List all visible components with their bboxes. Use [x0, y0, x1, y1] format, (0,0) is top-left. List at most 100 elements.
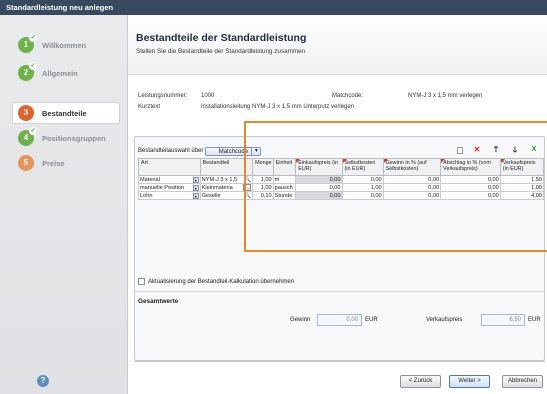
- art-value: Material: [140, 176, 160, 183]
- next-button[interactable]: Weiter >: [449, 375, 490, 388]
- bestandteil-value: NYM-J 3 x 1,5: [201, 176, 238, 183]
- column-header[interactable]: Gewinn in % (auf Selbstkosten): [382, 158, 442, 176]
- window-title: Standardleistung neu anlegen: [0, 0, 547, 15]
- menge-cell[interactable]: 1,00: [252, 183, 274, 192]
- einkaufspreis-cell[interactable]: 0,00: [295, 175, 343, 184]
- step-label: Willkommen: [42, 40, 87, 50]
- abschlag-cell[interactable]: 0,00: [440, 191, 501, 200]
- column-header[interactable]: Einkaufspreis (in EUR): [295, 158, 343, 176]
- bestandteile-table: Art Bestandteil Menge Einheit Einkaufspr…: [138, 158, 545, 200]
- step-number-badge: 3: [18, 105, 34, 121]
- step-number-badge: 4 ✓: [18, 127, 37, 146]
- art-cell[interactable]: Material ▼: [138, 175, 201, 184]
- move-down-icon[interactable]: 🡓: [510, 145, 520, 155]
- column-header[interactable]: Menge: [252, 158, 274, 176]
- verkaufspreis-label: Verkaufspreis: [426, 317, 463, 323]
- step-label: Allgemein: [42, 68, 78, 78]
- chevron-down-icon[interactable]: ▼: [192, 184, 199, 191]
- verkaufspreis-cell[interactable]: 1,00: [499, 183, 545, 192]
- page-title: Bestandteile der Standardleistung: [136, 32, 307, 44]
- abschlag-cell[interactable]: 0,00: [440, 183, 501, 192]
- wizard-sidebar: 1 ✓ Willkommen 2 ✓ Allgemein 3 Bestandteil…: [0, 15, 128, 394]
- delete-icon[interactable]: ✕: [472, 145, 482, 155]
- einkaufspreis-cell[interactable]: 0,00: [295, 183, 343, 192]
- column-header[interactable]: Art: [138, 158, 201, 176]
- selection-mode-dropdown[interactable]: Matchcode ▼: [205, 146, 262, 156]
- selbstkosten-cell[interactable]: 1,00: [341, 183, 384, 192]
- column-header[interactable]: Verkaufspreis (in EUR): [499, 158, 545, 176]
- verkaufspreis-field[interactable]: 6,50: [481, 314, 525, 326]
- column-header[interactable]: Abschlag in % (vom Verkaufspreis): [440, 158, 501, 176]
- selbstkosten-cell[interactable]: 0,00: [341, 175, 384, 184]
- recalc-checkbox[interactable]: [138, 278, 145, 285]
- column-header[interactable]: Einheit: [272, 158, 297, 176]
- einheit-cell[interactable]: pausch: [272, 183, 297, 192]
- gewinn-cell[interactable]: 0,00: [382, 183, 442, 192]
- verkaufspreis-cell[interactable]: 4,00: [499, 191, 545, 200]
- art-value: manuelle Position: [140, 184, 185, 191]
- chevron-down-icon[interactable]: ▼: [192, 176, 199, 183]
- verkaufspreis-cell[interactable]: 1,50: [499, 175, 545, 184]
- gewinn-cell[interactable]: 0,00: [382, 175, 442, 184]
- wizard-step-willkommen[interactable]: 1 ✓ Willkommen: [18, 34, 87, 55]
- callout-line-left: [244, 121, 246, 252]
- einheit-cell[interactable]: Stunde: [272, 191, 297, 200]
- help-icon[interactable]: ?: [37, 375, 49, 387]
- art-cell[interactable]: Lohn ▼: [138, 191, 201, 200]
- wizard-step-bestandteile[interactable]: 3 Bestandteile: [18, 103, 87, 123]
- chevron-down-icon: ▼: [251, 147, 260, 155]
- step-label: Positionsgruppen: [42, 133, 106, 143]
- check-icon: ✓: [29, 62, 37, 70]
- gesamtwerte-heading: Gesamtwerte: [138, 298, 179, 305]
- einkaufspreis-cell[interactable]: 0,00: [295, 191, 343, 200]
- art-cell[interactable]: manuelle Position ▼: [138, 183, 201, 192]
- recalc-checkbox-label: Aktualisierung der Bestandteil-Kalkulati…: [148, 278, 295, 285]
- bestandteil-value: Kleinmateria: [201, 184, 233, 191]
- column-header[interactable]: Selbstkosten (in EUR): [341, 158, 384, 176]
- bestandteil-value: Geselle: [201, 192, 221, 199]
- table-row[interactable]: Lohn ▼ Geselle 🔍 0,10 Stunde 0,00 0,00 0,0…: [138, 191, 545, 200]
- step-number-badge: 5: [18, 155, 34, 171]
- gewinn-label: Gewinn: [290, 317, 311, 323]
- callout-line-top: [244, 121, 547, 123]
- wizard-step-allgemein[interactable]: 2 ✓ Allgemein: [18, 62, 78, 83]
- wizard-step-preise[interactable]: 5 Preise: [18, 153, 65, 173]
- wizard-step-positionsgruppen[interactable]: 4 ✓ Positionsgruppen: [18, 127, 106, 148]
- matchcode-label: Matchcode:: [332, 93, 364, 99]
- abschlag-cell[interactable]: 0,00: [440, 175, 501, 184]
- einheit-cell[interactable]: m: [272, 175, 297, 184]
- check-icon: ✓: [29, 34, 37, 42]
- footer-divider: [134, 361, 545, 362]
- new-row-icon[interactable]: [457, 146, 463, 154]
- gewinn-cell[interactable]: 0,00: [382, 191, 442, 200]
- cancel-button[interactable]: Abbrechen: [502, 375, 543, 388]
- selection-row: Bestandteilauswahl über Matchcode ▼: [138, 146, 262, 156]
- matchcode-value: NYM-J 3 x 1,5 mm verlegen: [408, 93, 483, 99]
- check-icon: ✓: [29, 127, 37, 135]
- table-row[interactable]: Material ▼ NYM-J 3 x 1,5 🔍 1,00 m 0,00 0,0…: [138, 175, 545, 184]
- selbstkosten-cell[interactable]: 0,00: [341, 191, 384, 200]
- leistungsnummer-value: 1000: [201, 93, 215, 99]
- selection-label: Bestandteilauswahl über: [138, 148, 204, 154]
- table-header-row: Art Bestandteil Menge Einheit Einkaufspr…: [138, 158, 545, 176]
- main-panel: Bestandteile der Standardleistung Stelle…: [128, 15, 547, 394]
- step-label: Bestandteile: [42, 108, 87, 118]
- menge-cell[interactable]: 0,10: [252, 191, 274, 200]
- table-row[interactable]: manuelle Position ▼ Kleinmateria... 1,00 …: [138, 183, 545, 192]
- gewinn-unit: EUR: [365, 317, 378, 323]
- divider: [134, 291, 544, 292]
- leistungsnummer-label: Leistungsnummer:: [138, 93, 188, 99]
- menge-cell[interactable]: 1,00: [252, 175, 274, 184]
- page-header: Bestandteile der Standardleistung Stelle…: [128, 15, 547, 75]
- recalc-checkbox-row[interactable]: Aktualisierung der Bestandteil-Kalkulati…: [138, 278, 294, 285]
- art-value: Lohn: [140, 192, 153, 199]
- step-number-badge: 2 ✓: [18, 62, 37, 81]
- move-up-icon[interactable]: 🡑: [491, 145, 501, 155]
- gewinn-field[interactable]: 0,00: [317, 314, 362, 326]
- step-number-badge: 1 ✓: [18, 34, 37, 53]
- excel-export-icon[interactable]: X: [529, 145, 539, 155]
- back-button[interactable]: < Zurück: [400, 375, 441, 388]
- table-toolbar: ✕ 🡑 🡓 X: [457, 145, 539, 155]
- chevron-down-icon[interactable]: ▼: [192, 192, 199, 199]
- kurztext-value: Installationsleitung NYM-J 3 x 1,5 mm Un…: [201, 104, 355, 110]
